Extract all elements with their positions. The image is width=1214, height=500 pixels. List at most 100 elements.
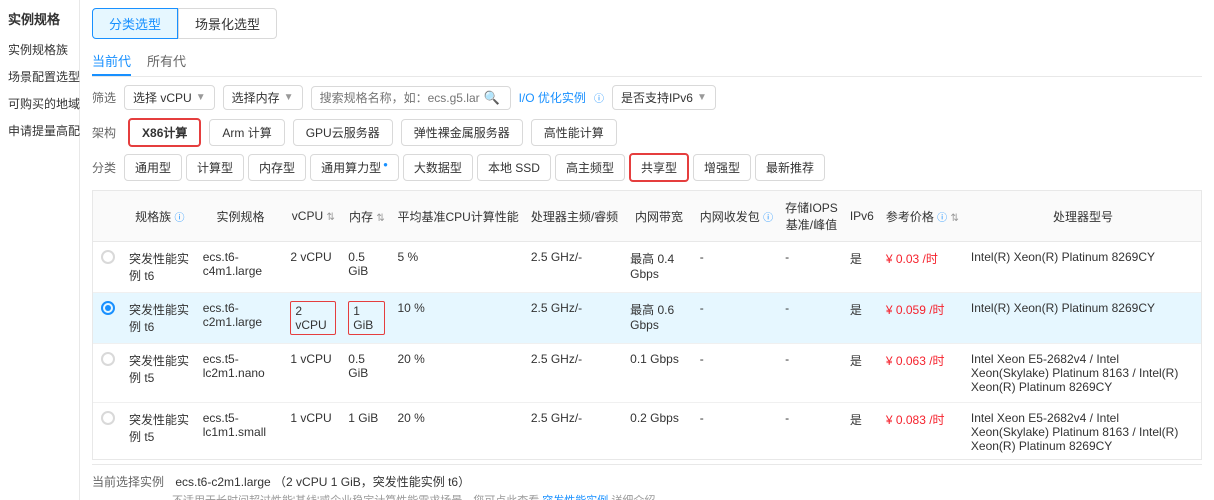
net-pps-cell: -: [694, 242, 779, 293]
memory-highlight: 1 GiB: [348, 301, 385, 335]
iops-cell: -: [779, 293, 844, 344]
ipv6-filter-label: 是否支持IPv6: [621, 89, 693, 106]
family-cell: 突发性能实例 t5: [123, 344, 197, 403]
io-optimize-link[interactable]: I/O 优化实例: [519, 89, 586, 106]
search-box[interactable]: 🔍: [311, 86, 511, 110]
price-cell: ¥ 0.059 /时: [880, 293, 965, 344]
tab-scene[interactable]: 场景化选型: [178, 8, 277, 39]
sidebar-item-family[interactable]: 实例规格族: [8, 41, 71, 60]
ipv6-cell: 是: [844, 344, 880, 403]
iops-cell: -: [779, 242, 844, 293]
table-row[interactable]: 突发性能实例 t6ecs.t6-c2m1.large2 vCPU1 GiB10 …: [93, 293, 1201, 344]
net-pps-cell: -: [694, 344, 779, 403]
col-spec: 实例规格: [197, 191, 285, 242]
family-info-icon[interactable]: ⓘ: [175, 213, 185, 224]
cat-btn-latest[interactable]: 最新推荐: [755, 154, 825, 181]
cat-btn-compute[interactable]: 计算型: [186, 154, 244, 181]
arch-btn-x86[interactable]: X86计算: [128, 118, 201, 147]
cpu-model-cell: Intel Xeon E5-2682v4 / Intel Xeon(Skylak…: [965, 403, 1201, 461]
spec-cell: ecs.t6-c2m1.large: [197, 293, 285, 344]
spec-cell: ecs.t5-lc1m1.small: [197, 403, 285, 461]
cat-btn-general[interactable]: 通用型: [124, 154, 182, 181]
table-row[interactable]: 突发性能实例 t6ecs.t6-c4m1.large2 vCPU0.5 GiB5…: [93, 242, 1201, 293]
col-memory[interactable]: 内存 ⇅: [342, 191, 391, 242]
search-input[interactable]: [320, 91, 480, 105]
ipv6-filter[interactable]: 是否支持IPv6 ▼: [612, 85, 716, 110]
spec-cell: ecs.t5-lc2m1.nano: [197, 344, 285, 403]
cat-btn-enhanced[interactable]: 增强型: [693, 154, 751, 181]
memory-filter-label: 选择内存: [232, 89, 280, 106]
radio-cell[interactable]: [93, 403, 123, 461]
memory-cell: 1 GiB: [342, 403, 391, 461]
radio-cell[interactable]: [93, 293, 123, 344]
radio-button[interactable]: [101, 301, 115, 315]
cat-btn-memory[interactable]: 内存型: [248, 154, 306, 181]
arch-btn-hpc[interactable]: 高性能计算: [531, 119, 617, 146]
vcpu-highlight: 2 vCPU: [290, 301, 336, 335]
cpu-freq-cell: 2.5 GHz/-: [525, 403, 624, 461]
memory-sort-icon: ⇅: [376, 213, 384, 224]
ipv6-arrow-icon: ▼: [697, 92, 707, 103]
table-row[interactable]: 突发性能实例 t5ecs.t5-lc1m1.small1 vCPU1 GiB20…: [93, 403, 1201, 461]
col-price[interactable]: 参考价格 ⓘ ⇅: [880, 191, 965, 242]
sidebar-item-scene[interactable]: 场景配置选型: [8, 68, 71, 87]
vcpu-filter-label: 选择 vCPU: [133, 89, 192, 106]
cat-btn-bigdata[interactable]: 大数据型: [403, 154, 473, 181]
arch-btn-gpu[interactable]: GPU云服务器: [293, 119, 393, 146]
col-radio: [93, 191, 123, 242]
memory-cell: 0.5 GiB: [342, 242, 391, 293]
price-cell: ¥ 0.03 /时: [880, 242, 965, 293]
warning-text: 不适用于长时间超过性能'基线'或企业稳定计算性能需求场景，您可点此查看: [172, 495, 539, 500]
bottom-status: 当前选择实例 ecs.t6-c2m1.large （2 vCPU 1 GiB，突…: [92, 464, 1202, 500]
vcpu-filter[interactable]: 选择 vCPU ▼: [124, 85, 215, 110]
radio-cell[interactable]: [93, 344, 123, 403]
memory-cell: 1 GiB: [342, 293, 391, 344]
net-bw-cell: 最高 0.4 Gbps: [624, 242, 694, 293]
arch-row: 架构 X86计算 Arm 计算 GPU云服务器 弹性裸金属服务器 高性能计算: [92, 118, 1202, 147]
warning-suffix: 详细介绍。: [611, 495, 666, 500]
iops-cell: -: [779, 403, 844, 461]
radio-cell[interactable]: [93, 242, 123, 293]
cpu-model-cell: Intel(R) Xeon(R) Platinum 8269CY: [965, 293, 1201, 344]
cpu-freq-cell: 2.5 GHz/-: [525, 242, 624, 293]
memory-arrow-icon: ▼: [284, 92, 294, 103]
filter-row: 筛选 选择 vCPU ▼ 选择内存 ▼ 🔍 I/O 优化实例 ⓘ 是否支持IPv…: [92, 85, 1202, 110]
pps-info-icon[interactable]: ⓘ: [763, 213, 773, 224]
memory-filter[interactable]: 选择内存 ▼: [223, 85, 303, 110]
tab-classify[interactable]: 分类选型: [92, 8, 178, 39]
price-sort-icon: ⇅: [951, 213, 959, 224]
family-cell: 突发性能实例 t6: [123, 242, 197, 293]
subtab-current[interactable]: 当前代: [92, 47, 131, 76]
vcpu-arrow-icon: ▼: [196, 92, 206, 103]
sidebar-item-quota[interactable]: 申请提量高配: [8, 122, 71, 141]
col-cpu-freq: 处理器主频/睿频: [525, 191, 624, 242]
price-info-icon[interactable]: ⓘ: [937, 213, 947, 224]
warning-link[interactable]: 突发性能实例: [542, 495, 608, 500]
vcpu-cell: 2 vCPU: [284, 242, 342, 293]
radio-button[interactable]: [101, 352, 115, 366]
arch-btn-arm[interactable]: Arm 计算: [209, 119, 284, 146]
subtab-all[interactable]: 所有代: [147, 47, 186, 76]
cpu-model-cell: Intel Xeon E5-2682v4 / Intel Xeon(Skylak…: [965, 344, 1201, 403]
cat-btn-highfreq[interactable]: 高主频型: [555, 154, 625, 181]
memory-cell: 0.5 GiB: [342, 344, 391, 403]
family-cell: 突发性能实例 t5: [123, 403, 197, 461]
net-pps-cell: -: [694, 293, 779, 344]
arch-btn-bare[interactable]: 弹性裸金属服务器: [401, 119, 523, 146]
col-cpu-model: 处理器型号: [965, 191, 1201, 242]
cat-btn-local-ssd[interactable]: 本地 SSD: [477, 154, 551, 181]
table-row[interactable]: 突发性能实例 t5ecs.t5-lc2m1.nano1 vCPU0.5 GiB2…: [93, 344, 1201, 403]
col-vcpu[interactable]: vCPU ⇅: [284, 191, 342, 242]
status-warning: 不适用于长时间超过性能'基线'或企业稳定计算性能需求场景，您可点此查看 突发性能…: [172, 492, 1202, 500]
vcpu-cell: 1 vCPU: [284, 403, 342, 461]
sub-tabs: 当前代 所有代: [92, 47, 1202, 77]
cat-btn-shared[interactable]: 共享型: [629, 153, 689, 182]
sidebar-item-region[interactable]: 可购买的地域: [8, 95, 71, 114]
radio-button[interactable]: [101, 250, 115, 264]
spec-cell: ecs.t6-c4m1.large: [197, 242, 285, 293]
radio-button[interactable]: [101, 411, 115, 425]
io-info-icon: ⓘ: [594, 90, 604, 105]
cat-btn-general-compute[interactable]: 通用算力型: [310, 154, 399, 181]
cpu-perf-cell: 20 %: [391, 344, 524, 403]
status-label: 当前选择实例: [92, 473, 172, 490]
